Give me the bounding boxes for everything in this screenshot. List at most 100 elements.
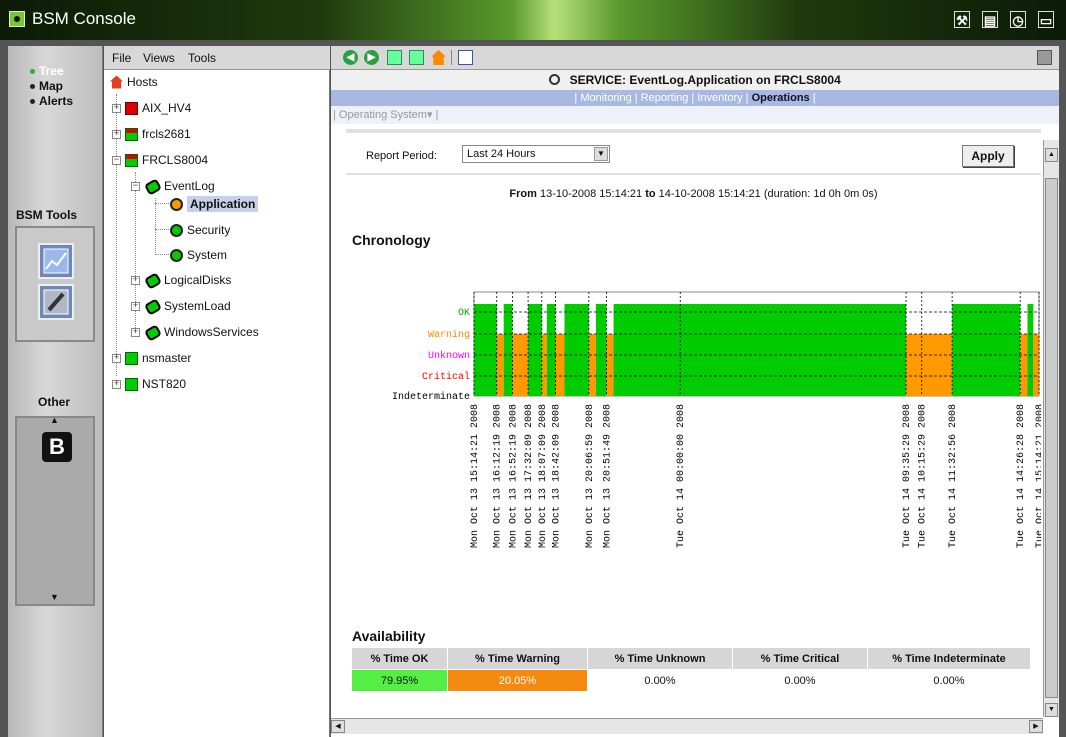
scroll-down-icon[interactable]: ▼	[50, 592, 59, 602]
chart-tick-label: Mon Oct 13 16:52:19 2008	[508, 404, 519, 548]
window-title: BSM Console	[32, 9, 136, 28]
chart-tick-label: Tue Oct 14 11:32:56 2008	[948, 404, 959, 548]
expand-icon[interactable]: +	[112, 379, 121, 389]
tree-group-logicaldisks[interactable]: + LogicalDisks	[131, 270, 231, 290]
ok-status-icon	[170, 223, 183, 237]
document-icon[interactable]: ▤	[982, 11, 998, 28]
expand-icon[interactable]: +	[112, 103, 121, 113]
scroll-thumb[interactable]	[1045, 178, 1058, 698]
col-time-critical: % Time Critical	[732, 647, 868, 670]
server-ok-icon	[125, 351, 138, 365]
report-period-select[interactable]: Last 24 Hours ▼	[462, 145, 610, 163]
chart-tool-button[interactable]	[38, 243, 74, 279]
collapse-icon[interactable]: −	[112, 155, 121, 165]
menu-tools[interactable]: Tools	[188, 51, 216, 65]
tree-group-eventlog[interactable]: − EventLog	[131, 176, 215, 196]
nav-link-map[interactable]: Map	[30, 79, 73, 94]
window-titlebar: BSM Console ⚒ ▤ ◷ ▭	[0, 0, 1066, 40]
tab-inventory[interactable]: Inventory	[697, 92, 742, 104]
tree-host-nsmaster[interactable]: + nsmaster	[112, 348, 191, 368]
value-time-critical: 0.00%	[732, 669, 868, 692]
tree-menubar: File Views Tools	[104, 46, 330, 70]
nav-link-tree[interactable]: Tree	[30, 64, 73, 79]
chart-segment	[546, 304, 556, 396]
navigation-toolbar: ◀ ▶	[331, 46, 1059, 70]
availability-table: % Time OK % Time Warning % Time Unknown …	[351, 647, 1031, 692]
tree-service-application[interactable]: Application	[170, 194, 259, 214]
expand-icon[interactable]: +	[131, 275, 140, 285]
titlebar-icons: ⚒ ▤ ◷ ▭	[954, 11, 1054, 28]
server-ok-icon	[125, 153, 138, 167]
apply-button[interactable]: Apply	[962, 145, 1014, 167]
b-app-icon[interactable]: B	[42, 432, 72, 462]
tree-host-nst820[interactable]: + NST820	[112, 374, 186, 394]
expand-icon[interactable]: +	[112, 353, 121, 363]
scroll-down-icon[interactable]: ▼	[1045, 703, 1058, 717]
bsm-tools-panel	[15, 226, 95, 342]
chart-segment	[541, 334, 547, 396]
chart-segment	[595, 304, 607, 396]
chart-segment	[555, 334, 565, 396]
chart-segment	[613, 304, 907, 396]
tools-icon[interactable]: ⚒	[954, 11, 970, 28]
warning-status-icon	[170, 197, 183, 211]
chart-segment	[528, 304, 542, 396]
other-panel: ▲ B ▼	[15, 415, 95, 606]
screen-icon[interactable]: ▭	[1038, 11, 1054, 28]
chart-segment	[503, 304, 513, 396]
value-time-warning: 20.05%	[447, 669, 588, 692]
forward-icon[interactable]: ▶	[364, 50, 379, 65]
scroll-up-icon[interactable]: ▲	[50, 415, 59, 425]
ok-status-icon	[170, 248, 183, 262]
table-row: 79.95% 20.05% 0.00% 0.00% 0.00%	[351, 669, 1031, 692]
back-icon[interactable]: ◀	[343, 50, 358, 65]
menu-file[interactable]: File	[112, 51, 131, 65]
tree-service-security[interactable]: Security	[170, 220, 230, 240]
service-header: SERVICE: EventLog.Application on FRCLS80…	[331, 70, 1059, 90]
tree-root-hosts[interactable]: Hosts	[110, 72, 158, 92]
edit-tool-button[interactable]	[38, 284, 74, 320]
chart-segment	[952, 304, 1021, 396]
chronology-chart: OKWarningUnknownCriticalIndeterminateMon…	[392, 291, 1041, 548]
tab-reporting[interactable]: Reporting	[641, 92, 689, 104]
nav-link-alerts[interactable]: Alerts	[30, 94, 73, 109]
chart-tick-label: Tue Oct 14 15:14:21 2008	[1035, 404, 1041, 548]
col-time-ok: % Time OK	[351, 647, 448, 670]
scroll-right-icon[interactable]: ▶	[1029, 720, 1043, 733]
chart-tick-label: Mon Oct 13 18:07:09 2008	[538, 404, 549, 548]
tree-host-frcls2681[interactable]: + frcls2681	[112, 124, 191, 144]
chart-segment	[606, 334, 614, 396]
chart-tick-label: Tue Oct 14 00:00:00 2008	[676, 404, 687, 548]
window-icon[interactable]	[458, 50, 473, 65]
chart-tick-label: Mon Oct 13 20:06:59 2008	[585, 404, 596, 548]
subtab-operating-system[interactable]: Operating System	[339, 109, 427, 121]
report-area: Report Period: Last 24 Hours ▼ Apply Fro…	[346, 129, 1041, 719]
chart-state-label: Indeterminate	[392, 391, 470, 403]
horizontal-scrollbar[interactable]: ◀ ▶	[331, 718, 1043, 734]
tab-monitoring[interactable]: Monitoring	[580, 92, 631, 104]
export-icon[interactable]	[409, 50, 424, 65]
report-range: From 13-10-2008 15:14:21 to 14-10-2008 1…	[509, 188, 878, 200]
menu-views[interactable]: Views	[143, 51, 175, 65]
chronology-title: Chronology	[352, 232, 431, 248]
tree-host-frcls8004[interactable]: − FRCLS8004	[112, 150, 208, 170]
expand-icon[interactable]: +	[131, 327, 140, 337]
tree-service-system[interactable]: System	[170, 245, 227, 265]
clock-icon[interactable]: ◷	[1010, 11, 1026, 28]
expand-icon[interactable]: +	[131, 301, 140, 311]
tree-group-systemload[interactable]: + SystemLoad	[131, 296, 231, 316]
scroll-left-icon[interactable]: ◀	[331, 720, 345, 733]
chart-segment	[588, 334, 596, 396]
vertical-scrollbar[interactable]: ▲ ▼	[1043, 140, 1059, 717]
availability-title: Availability	[352, 628, 426, 644]
expand-icon[interactable]: +	[112, 129, 121, 139]
scroll-up-icon[interactable]: ▲	[1045, 148, 1058, 162]
home-icon[interactable]	[431, 50, 446, 65]
tree-group-windowsservices[interactable]: + WindowsServices	[131, 322, 259, 342]
print-icon[interactable]	[1037, 50, 1052, 65]
tab-operations[interactable]: Operations	[752, 92, 810, 104]
collapse-icon[interactable]: −	[131, 181, 140, 191]
tree-host-aix[interactable]: + AIX_HV4	[112, 98, 191, 118]
refresh-icon[interactable]	[387, 50, 402, 65]
chart-tick-label: Mon Oct 13 17:32:09 2008	[524, 404, 535, 548]
